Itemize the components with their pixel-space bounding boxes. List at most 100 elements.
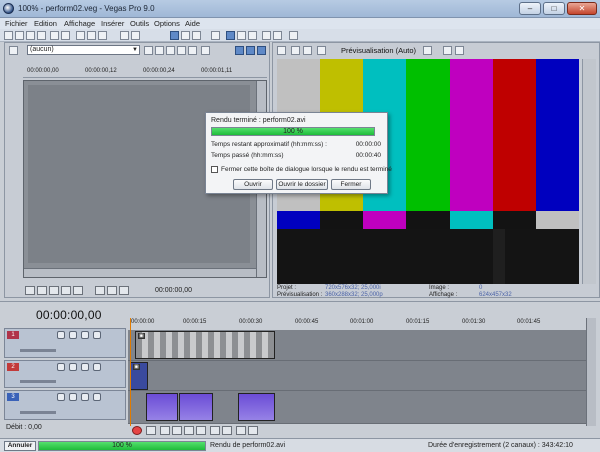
stop-icon[interactable] [73,286,83,295]
open-button[interactable]: Ouvrir [233,179,273,190]
menu-inserer[interactable]: Insérer [101,19,124,28]
trimmer-menu-icon[interactable] [9,46,18,55]
trimmer-close-icon[interactable] [155,46,164,55]
track-motion-icon[interactable] [57,363,65,371]
play-icon[interactable] [37,286,47,295]
track-fx-icon[interactable] [69,393,77,401]
trimmer-horizontal-scrollbar[interactable] [24,268,256,277]
selection-tool-icon[interactable] [192,31,201,40]
loop-playback-icon[interactable] [146,426,156,435]
open-folder-button[interactable]: Ouvrir le dossier [276,179,328,190]
overwrite-icon[interactable] [119,286,129,295]
timeline-tracks[interactable]: ▣ ▣ [128,330,586,424]
help-icon[interactable] [289,31,298,40]
lock-envelopes-icon[interactable] [262,31,271,40]
copy-icon[interactable] [87,31,96,40]
vegas-app-icon[interactable] [3,3,14,14]
auto-ripple-icon[interactable] [248,31,257,40]
save-project-icon[interactable] [26,31,35,40]
copy-snapshot-icon[interactable] [443,46,452,55]
normal-edit-tool-icon[interactable] [170,31,179,40]
menu-edition[interactable]: Edition [34,19,57,28]
snapping-icon[interactable] [226,31,235,40]
insert-icon[interactable] [107,286,117,295]
menu-outils[interactable]: Outils [130,19,149,28]
mute-icon[interactable] [81,331,89,339]
play-icon[interactable] [172,426,182,435]
trimmer-audio-icon[interactable] [246,46,255,55]
stop-icon[interactable] [196,426,206,435]
solo-icon[interactable] [93,331,101,339]
new-project-icon[interactable] [4,31,13,40]
track-fx-icon[interactable] [69,363,77,371]
menu-fichier[interactable]: Fichier [5,19,28,28]
solo-icon[interactable] [93,393,101,401]
mute-icon[interactable] [81,393,89,401]
play-from-start-icon[interactable] [49,286,59,295]
track-header-1[interactable]: 1 [4,328,126,358]
trimmer-opt2-icon[interactable] [177,46,186,55]
play-from-start-icon[interactable] [160,426,170,435]
paste-icon[interactable] [98,31,107,40]
save-snapshot-icon[interactable] [455,46,464,55]
fx-icon[interactable] [317,46,326,55]
next-frame-icon[interactable] [248,426,258,435]
close-when-done-label[interactable]: Fermer cette boîte de dialogue lorsque l… [221,166,392,173]
audio-clip[interactable] [146,393,178,421]
redo-icon[interactable] [131,31,140,40]
add-to-timeline-icon[interactable] [95,286,105,295]
audio-clip[interactable] [238,393,275,421]
track-lane-3[interactable] [128,391,586,424]
envelope-tool-icon[interactable] [181,31,190,40]
track-header-2[interactable]: 2 [4,360,126,388]
track-lane-1[interactable]: ▣ [128,330,586,361]
menu-aide[interactable]: Aide [185,19,200,28]
track-header-3[interactable]: 3 [4,390,126,420]
go-to-start-icon[interactable] [210,426,220,435]
preview-properties-icon[interactable] [277,46,286,55]
split-screen-icon[interactable] [303,46,312,55]
go-to-end-icon[interactable] [222,426,232,435]
mute-icon[interactable] [81,363,89,371]
timeline-ruler[interactable]: 00:00:00 00:00:15 00:00:30 00:00:45 00:0… [128,318,586,330]
track-motion-icon[interactable] [57,393,65,401]
render-as-icon[interactable] [50,31,59,40]
video-clip[interactable]: ▣ [135,331,275,359]
track-fx-icon[interactable] [69,331,77,339]
playhead-cursor[interactable] [130,318,131,426]
save-as-icon[interactable] [37,31,46,40]
trimmer-video-icon[interactable] [235,46,244,55]
properties-icon[interactable] [61,31,70,40]
preview-device-icon[interactable] [291,46,300,55]
open-project-icon[interactable] [15,31,24,40]
minimize-button[interactable]: – [519,2,541,15]
close-window-button[interactable]: ✕ [567,2,597,15]
auto-crossfade-icon[interactable] [237,31,246,40]
level-slider[interactable] [20,380,56,383]
video-clip[interactable]: ▣ [130,362,148,390]
previous-frame-icon[interactable] [236,426,246,435]
trimmer-opt4-icon[interactable] [201,46,210,55]
level-slider[interactable] [20,349,56,352]
cut-icon[interactable] [76,31,85,40]
track-lane-2[interactable]: ▣ [128,361,586,391]
cancel-render-button[interactable]: Annuler [4,441,36,451]
record-icon[interactable] [132,426,142,435]
audio-clip[interactable] [179,393,213,421]
pause-icon[interactable] [184,426,194,435]
trimmer-both-icon[interactable] [257,46,266,55]
overlays-icon[interactable] [423,46,432,55]
level-slider[interactable] [20,411,56,414]
preview-quality-select[interactable]: Prévisualisation (Auto) [341,46,416,55]
close-when-done-checkbox[interactable] [211,166,218,173]
trimmer-opt1-icon[interactable] [166,46,175,55]
close-dialog-button[interactable]: Fermer [331,179,371,190]
preview-scrollbar[interactable] [582,59,596,284]
menu-affichage[interactable]: Affichage [64,19,95,28]
solo-icon[interactable] [93,363,101,371]
trimmer-star-icon[interactable] [144,46,153,55]
trimmer-ruler[interactable]: 00:00:00,00 00:00:00,12 00:00:00,24 00:0… [23,65,267,78]
pause-icon[interactable] [61,286,71,295]
ignore-grouping-icon[interactable] [273,31,282,40]
trimmer-opt3-icon[interactable] [188,46,197,55]
